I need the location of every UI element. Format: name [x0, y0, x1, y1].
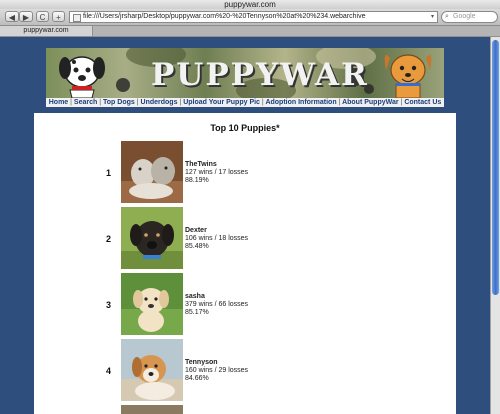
list-item — [34, 405, 456, 414]
reload-button[interactable]: C — [36, 11, 49, 22]
tab-puppywar[interactable]: puppywar.com — [0, 26, 93, 36]
scrollbar-thumb[interactable] — [492, 40, 499, 295]
url-dropdown-icon[interactable]: ▾ — [431, 12, 434, 22]
win-percentage: 84.66% — [185, 375, 209, 382]
puppy-name[interactable]: Tennyson — [185, 359, 248, 367]
win-loss-record: 106 wins / 18 losses — [185, 235, 249, 242]
back-button[interactable]: ◀ — [5, 11, 19, 22]
page-title: Top 10 Puppies* — [210, 123, 280, 133]
tab-bar: puppywar.com — [0, 26, 500, 37]
search-input[interactable]: ⌕ Google — [441, 11, 498, 23]
puppy-info: TheTwins 127 wins / 17 losses 88.19% — [185, 161, 248, 185]
puppy-info: sasha 379 wins / 66 losses 85.17% — [185, 293, 248, 317]
nav-top-dogs[interactable]: Top Dogs — [103, 99, 135, 106]
puppy-photo[interactable] — [121, 405, 183, 414]
browser-toolbar: ◀ ▶ C + file:///Users/jrsharp/Desktop/pu… — [0, 9, 500, 26]
win-percentage: 85.48% — [185, 243, 209, 250]
add-bookmark-button[interactable]: + — [52, 11, 65, 22]
list-item: 3 sasha 379 wins / 66 losses 85.17% — [34, 273, 456, 337]
nav-about[interactable]: About PuppyWar — [342, 99, 399, 106]
puppy-photo[interactable] — [121, 273, 183, 335]
site-banner: PUPPYWAR — [46, 48, 444, 98]
puppy-name[interactable]: Dexter — [185, 227, 248, 235]
rank-number: 4 — [106, 366, 112, 376]
search-placeholder: Google — [453, 13, 476, 20]
list-item: 1 TheTwins 127 wins / 17 losses 88.19% — [34, 141, 456, 205]
win-percentage: 88.19% — [185, 177, 209, 184]
dalmatian-cartoon-icon — [59, 56, 105, 98]
page-icon — [73, 14, 81, 22]
rank-number: 1 — [106, 168, 112, 178]
puppy-name[interactable]: TheTwins — [185, 161, 248, 169]
puppy-photo[interactable] — [121, 207, 183, 269]
puppy-info: Dexter 106 wins / 18 losses 85.48% — [185, 227, 248, 251]
site-nav: Home | Search | Top Dogs | Underdogs | U… — [46, 98, 444, 107]
paw-print-icon — [116, 78, 130, 92]
win-percentage: 85.17% — [185, 309, 209, 316]
puppy-info: Tennyson 160 wins / 29 losses 84.66% — [185, 359, 248, 383]
puppy-photo[interactable] — [121, 141, 183, 203]
nav-upload[interactable]: Upload Your Puppy Pic — [183, 99, 260, 106]
nav-search[interactable]: Search — [74, 99, 97, 106]
search-icon: ⌕ — [445, 13, 449, 20]
vertical-scrollbar[interactable] — [490, 37, 500, 414]
win-loss-record: 379 wins / 66 losses — [185, 301, 249, 308]
window-title: puppywar.com — [0, 0, 500, 9]
nav-home[interactable]: Home — [49, 99, 68, 106]
orange-puppy-cartoon-icon — [384, 54, 432, 98]
list-item: 4 Tennyson 160 wins / 29 losses 84.66% — [34, 339, 456, 403]
nav-contact[interactable]: Contact Us — [404, 99, 441, 106]
rank-number: 3 — [106, 300, 112, 310]
nav-adoption[interactable]: Adoption Information — [265, 99, 336, 106]
list-item: 2 Dexter 106 wins / 18 losses 85.48% — [34, 207, 456, 271]
puppy-name[interactable]: sasha — [185, 293, 248, 301]
content-panel: Top 10 Puppies* 1 TheTwins 127 wins / 17… — [34, 113, 456, 414]
win-loss-record: 160 wins / 29 losses — [185, 367, 249, 374]
win-loss-record: 127 wins / 17 losses — [185, 169, 249, 176]
forward-button[interactable]: ▶ — [19, 11, 33, 22]
puppy-photo[interactable] — [121, 339, 183, 401]
site-logo-text: PUPPYWAR — [151, 57, 369, 93]
nav-underdogs[interactable]: Underdogs — [141, 99, 178, 106]
url-bar[interactable]: file:///Users/jrsharp/Desktop/puppywar.c… — [69, 11, 438, 23]
rank-number: 2 — [106, 234, 112, 244]
url-text: file:///Users/jrsharp/Desktop/puppywar.c… — [83, 13, 366, 20]
